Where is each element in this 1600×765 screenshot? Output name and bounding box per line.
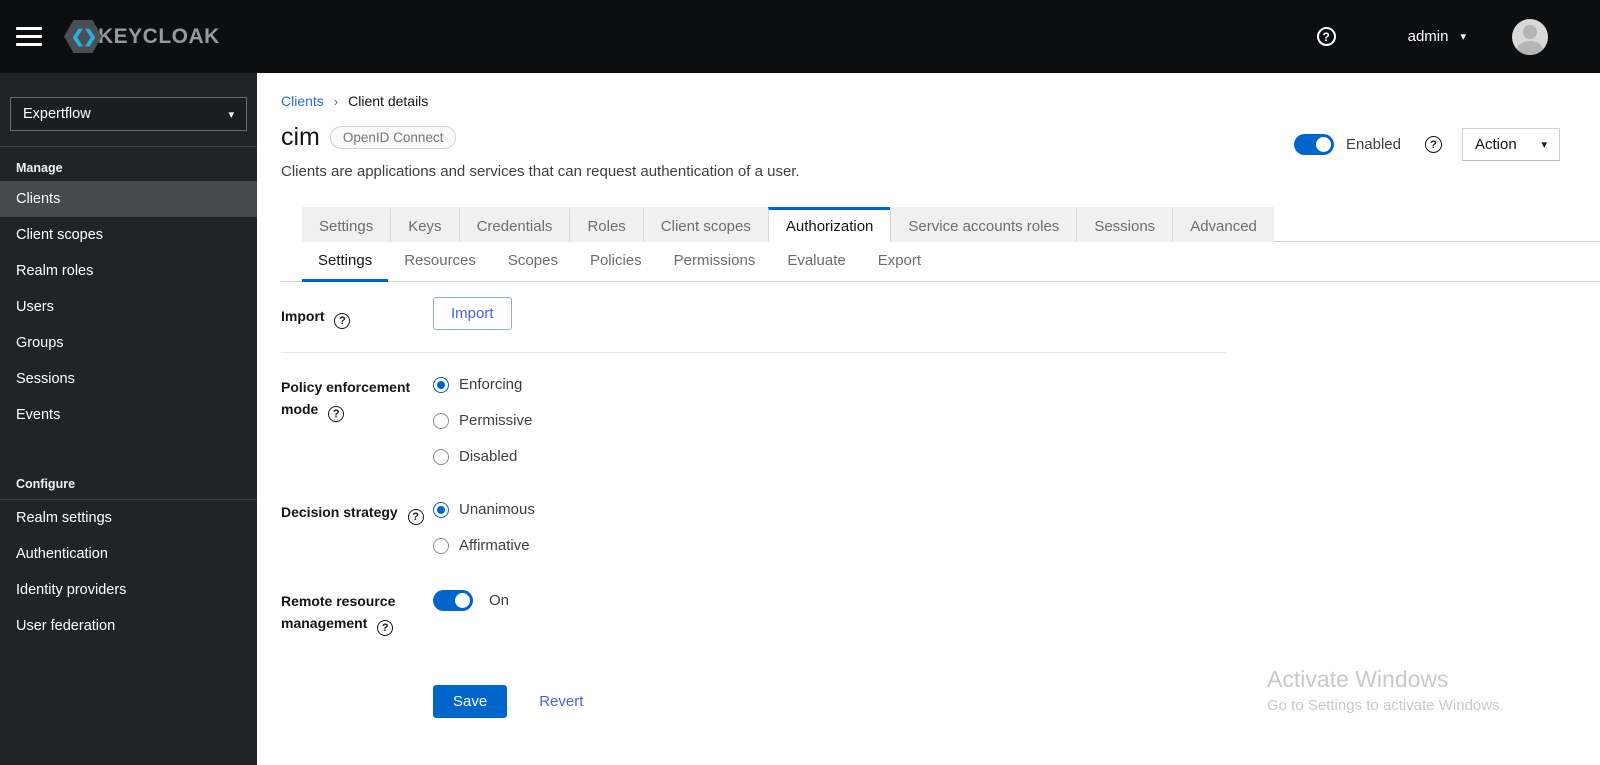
sidebar: Expertflow ▾ Manage Clients Client scope… xyxy=(0,73,257,765)
help-icon[interactable]: ? xyxy=(1425,136,1442,153)
sidebar-item-groups[interactable]: Groups xyxy=(0,325,257,361)
decision-strategy-label: Decision strategy ? xyxy=(281,501,433,573)
keycloak-hexagon-icon: ❮❯ xyxy=(64,20,102,53)
sidebar-item-realm-settings[interactable]: Realm settings xyxy=(0,500,257,536)
windows-activation-watermark: Activate Windows Go to Settings to activ… xyxy=(1267,666,1504,714)
radio-option-permissive[interactable]: Permissive xyxy=(433,412,1226,429)
page-description: Clients are applications and services th… xyxy=(281,163,800,180)
realm-selector-value: Expertflow xyxy=(23,106,91,122)
sidebar-item-events[interactable]: Events xyxy=(0,397,257,433)
help-icon[interactable]: ? xyxy=(334,313,351,329)
divider xyxy=(1273,207,1600,242)
toggle-state-label: On xyxy=(489,592,510,609)
subtab-export[interactable]: Export xyxy=(862,242,937,282)
tab-roles[interactable]: Roles xyxy=(569,207,643,242)
chevron-down-icon: ▾ xyxy=(228,108,234,121)
breadcrumb-link-clients[interactable]: Clients xyxy=(281,93,324,109)
import-button[interactable]: Import xyxy=(433,297,512,330)
subtab-resources[interactable]: Resources xyxy=(388,242,492,282)
keycloak-logo[interactable]: ❮❯ KEYCLOAK xyxy=(64,20,220,53)
sidebar-item-authentication[interactable]: Authentication xyxy=(0,536,257,572)
remote-resource-label: Remote resource management ? xyxy=(281,593,396,636)
chevron-down-icon: ▾ xyxy=(1460,31,1466,43)
radio-icon xyxy=(433,501,449,518)
sidebar-item-clients[interactable]: Clients xyxy=(0,181,257,217)
radio-option-affirmative[interactable]: Affirmative xyxy=(433,537,1226,554)
sidebar-item-users[interactable]: Users xyxy=(0,289,257,325)
subtab-permissions[interactable]: Permissions xyxy=(658,242,772,282)
remote-resource-toggle[interactable] xyxy=(433,590,473,611)
sidebar-item-sessions[interactable]: Sessions xyxy=(0,361,257,397)
subtab-settings[interactable]: Settings xyxy=(302,242,389,282)
sidebar-item-identity-providers[interactable]: Identity providers xyxy=(0,572,257,608)
realm-selector[interactable]: Expertflow ▾ xyxy=(10,97,247,131)
divider xyxy=(281,352,1226,353)
revert-link[interactable]: Revert xyxy=(539,693,583,710)
nav-section-configure: Configure xyxy=(16,477,76,491)
radio-option-unanimous[interactable]: Unanimous xyxy=(433,501,1226,518)
radio-icon xyxy=(433,448,449,465)
remote-resource-row: Remote resource management ? On xyxy=(281,590,1226,636)
subtab-policies[interactable]: Policies xyxy=(574,242,658,282)
breadcrumb: Clients › Client details xyxy=(281,93,428,109)
breadcrumb-separator-icon: › xyxy=(333,93,339,109)
decision-strategy-row: Decision strategy ? Unanimous Affirmativ… xyxy=(281,501,1226,573)
action-dropdown[interactable]: Action ▾ xyxy=(1462,128,1560,161)
tab-keys[interactable]: Keys xyxy=(390,207,459,242)
user-menu[interactable]: admin ▾ xyxy=(1408,28,1466,45)
hamburger-menu-icon[interactable] xyxy=(16,22,42,51)
authorization-subtabs: Settings Resources Scopes Policies Permi… xyxy=(281,242,1600,282)
save-button[interactable]: Save xyxy=(433,685,508,718)
client-tabs: Settings Keys Credentials Roles Client s… xyxy=(302,207,1600,242)
subtab-scopes[interactable]: Scopes xyxy=(492,242,574,282)
radio-icon xyxy=(433,412,449,429)
radio-icon xyxy=(433,537,449,554)
help-icon[interactable]: ? xyxy=(407,509,424,525)
subtab-evaluate[interactable]: Evaluate xyxy=(771,242,861,282)
keycloak-wordmark: KEYCLOAK xyxy=(98,24,220,48)
tab-settings[interactable]: Settings xyxy=(302,207,391,242)
tab-service-accounts-roles[interactable]: Service accounts roles xyxy=(890,207,1077,242)
sidebar-item-realm-roles[interactable]: Realm roles xyxy=(0,253,257,289)
user-name: admin xyxy=(1407,28,1449,45)
help-icon[interactable]: ? xyxy=(1316,27,1336,46)
tab-advanced[interactable]: Advanced xyxy=(1172,207,1274,242)
breadcrumb-current: Client details xyxy=(348,93,429,109)
tab-authorization[interactable]: Authorization xyxy=(767,207,891,242)
page-title: cim xyxy=(281,123,320,151)
policy-enforcement-row: Policy enforcement mode ? Enforcing Perm… xyxy=(281,376,1226,484)
chevron-down-icon: ▾ xyxy=(1541,139,1547,151)
policy-enforcement-label: Policy enforcement mode ? xyxy=(281,379,411,422)
import-row: Import ? Import xyxy=(281,297,1226,330)
tab-client-scopes[interactable]: Client scopes xyxy=(642,207,768,242)
tab-sessions[interactable]: Sessions xyxy=(1076,207,1173,242)
avatar[interactable] xyxy=(1512,18,1548,55)
help-icon[interactable]: ? xyxy=(377,620,394,636)
sidebar-item-client-scopes[interactable]: Client scopes xyxy=(0,217,257,253)
main-content: Clients › Client details cim OpenID Conn… xyxy=(257,73,1600,765)
masthead: ❮❯ KEYCLOAK ? admin ▾ xyxy=(0,0,1600,73)
sidebar-item-user-federation[interactable]: User federation xyxy=(0,608,257,644)
radio-option-disabled[interactable]: Disabled xyxy=(433,448,1226,465)
radio-option-enforcing[interactable]: Enforcing xyxy=(433,376,1226,393)
enabled-label: Enabled xyxy=(1345,136,1401,153)
nav-section-manage: Manage xyxy=(16,161,63,175)
enabled-toggle[interactable] xyxy=(1293,134,1334,155)
action-dropdown-label: Action xyxy=(1475,136,1517,153)
help-icon[interactable]: ? xyxy=(328,406,345,422)
tab-credentials[interactable]: Credentials xyxy=(458,207,570,242)
import-label: Import ? xyxy=(281,297,433,329)
protocol-badge: OpenID Connect xyxy=(329,126,457,149)
radio-icon xyxy=(433,376,449,393)
form-actions: Save Revert xyxy=(281,685,1226,718)
